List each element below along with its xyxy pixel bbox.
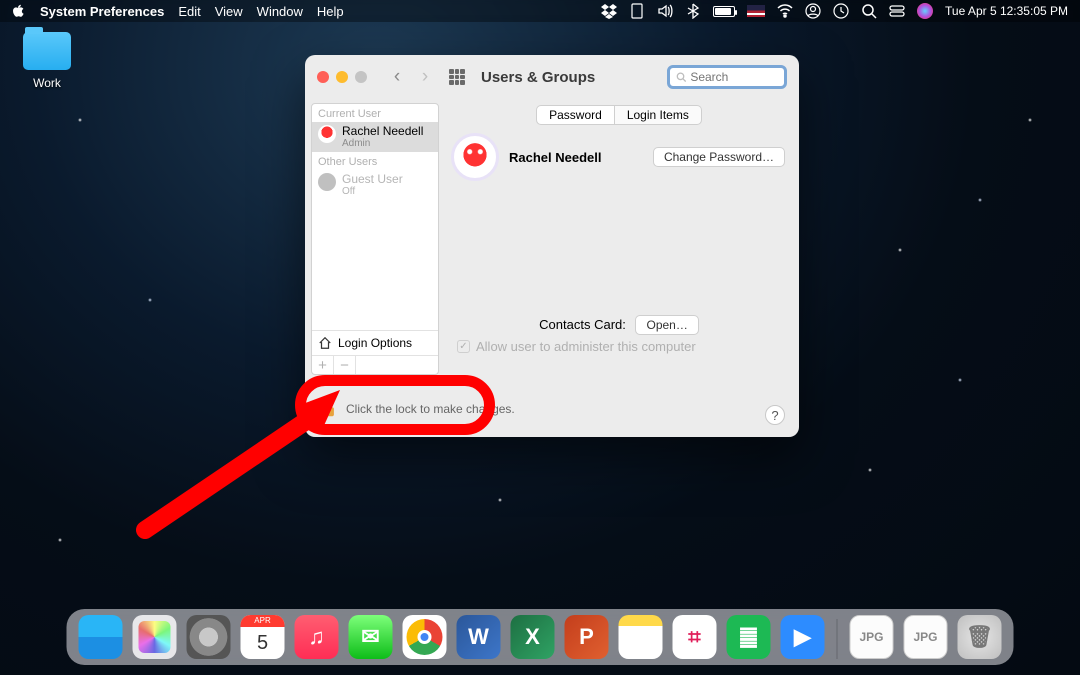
wifi-icon[interactable] [777,3,793,19]
dock-app-chrome[interactable] [403,615,447,659]
menu-view[interactable]: View [215,4,243,19]
show-all-icon[interactable] [449,69,465,85]
calendar-day: 5 [241,627,285,659]
menu-help[interactable]: Help [317,4,344,19]
menu-datetime[interactable]: Tue Apr 5 12:35:05 PM [945,4,1068,18]
guest-user-name: Guest User [342,173,403,186]
dock-app-zoom[interactable]: ▶ [781,615,825,659]
siri-icon[interactable] [917,3,933,19]
help-button[interactable]: ? [765,405,785,425]
dock-app-spotify[interactable]: ䷀ [727,615,771,659]
search-icon [676,71,686,83]
dock-app-excel[interactable]: X [511,615,555,659]
tab-bar: Password Login Items [453,105,785,125]
administer-checkbox-row: ✓ Allow user to administer this computer [457,339,696,354]
menu-window[interactable]: Window [257,4,303,19]
window-minimize-button[interactable] [336,71,348,83]
clock-icon[interactable] [833,3,849,19]
bluetooth-icon[interactable] [685,3,701,19]
login-options-label: Login Options [338,336,412,350]
input-source-flag-icon[interactable] [747,5,765,17]
user-icon[interactable] [805,3,821,19]
battery-icon[interactable] [713,6,735,17]
search-input[interactable] [690,70,778,84]
spotlight-icon[interactable] [861,3,877,19]
calendar-month: APR [241,615,285,627]
current-user-label: Current User [312,104,438,122]
lock-area[interactable]: Click the lock to make changes. [321,400,515,418]
window-footer: Click the lock to make changes. ? [305,381,799,437]
avatar-icon [318,173,336,191]
add-remove-bar: + − [312,355,438,374]
avatar-icon [318,125,336,143]
window-titlebar: ‹ › Users & Groups [305,55,799,99]
tab-login-items[interactable]: Login Items [615,105,702,125]
administer-checkbox[interactable]: ✓ [457,340,470,353]
login-options[interactable]: Login Options [312,330,438,355]
user-avatar[interactable] [453,135,497,179]
change-password-button[interactable]: Change Password… [653,147,785,167]
dock-trash[interactable]: 🗑 [958,615,1002,659]
forward-button[interactable]: › [415,66,435,88]
window-title: Users & Groups [481,69,595,86]
lock-text: Click the lock to make changes. [346,402,515,416]
dock-divider [837,619,838,659]
tab-password[interactable]: Password [536,105,615,125]
current-user-role: Admin [342,138,423,149]
window-close-button[interactable] [317,71,329,83]
other-users-label: Other Users [312,152,438,170]
menu-bar: System Preferences Edit View Window Help… [0,0,1080,22]
sidebar-guest-user[interactable]: Guest User Off [312,170,438,200]
dock-recent-doc-2[interactable]: JPG [904,615,948,659]
sidebar-current-user[interactable]: Rachel Needell Admin [312,122,438,152]
folder-icon [23,32,71,70]
current-user-name: Rachel Needell [342,125,423,138]
guest-user-role: Off [342,186,403,197]
disk-icon[interactable] [629,3,645,19]
control-center-icon[interactable] [889,3,905,19]
main-pane: Password Login Items Rachel Needell Chan… [439,99,799,381]
dock-app-powerpoint[interactable]: P [565,615,609,659]
dock: APR 5 ♫ ✉ W X P ⌗ ䷀ ▶ JPG JPG 🗑 [67,609,1014,665]
volume-icon[interactable] [657,3,673,19]
menu-edit[interactable]: Edit [178,4,200,19]
remove-user-button[interactable]: − [334,356,356,374]
user-sidebar: Current User Rachel Needell Admin Other … [311,103,439,375]
menu-app-name[interactable]: System Preferences [40,4,164,19]
traffic-lights [317,71,367,83]
dock-app-music[interactable]: ♫ [295,615,339,659]
folder-label: Work [12,76,82,90]
dock-app-finder[interactable] [79,615,123,659]
dock-recent-doc-1[interactable]: JPG [850,615,894,659]
dock-app-calendar[interactable]: APR 5 [241,615,285,659]
desktop-folder-work[interactable]: Work [12,32,82,90]
add-user-button[interactable]: + [312,356,334,374]
window-zoom-button[interactable] [355,71,367,83]
dropbox-icon[interactable] [601,3,617,19]
administer-label: Allow user to administer this computer [476,339,696,354]
users-and-groups-window: ‹ › Users & Groups Current User Rachel N… [305,55,799,437]
dock-app-notes[interactable] [619,615,663,659]
search-field[interactable] [667,65,787,89]
user-full-name: Rachel Needell [509,150,602,165]
open-contacts-button[interactable]: Open… [635,315,698,335]
dock-app-slack[interactable]: ⌗ [673,615,717,659]
dock-app-launchpad[interactable] [133,615,177,659]
dock-app-word[interactable]: W [457,615,501,659]
contacts-card-label: Contacts Card: [539,317,626,332]
back-button[interactable]: ‹ [387,66,407,88]
cursor-icon [313,403,327,421]
house-icon [318,336,332,350]
apple-logo-icon[interactable] [12,4,26,18]
dock-app-system-preferences[interactable] [187,615,231,659]
dock-app-messages[interactable]: ✉ [349,615,393,659]
